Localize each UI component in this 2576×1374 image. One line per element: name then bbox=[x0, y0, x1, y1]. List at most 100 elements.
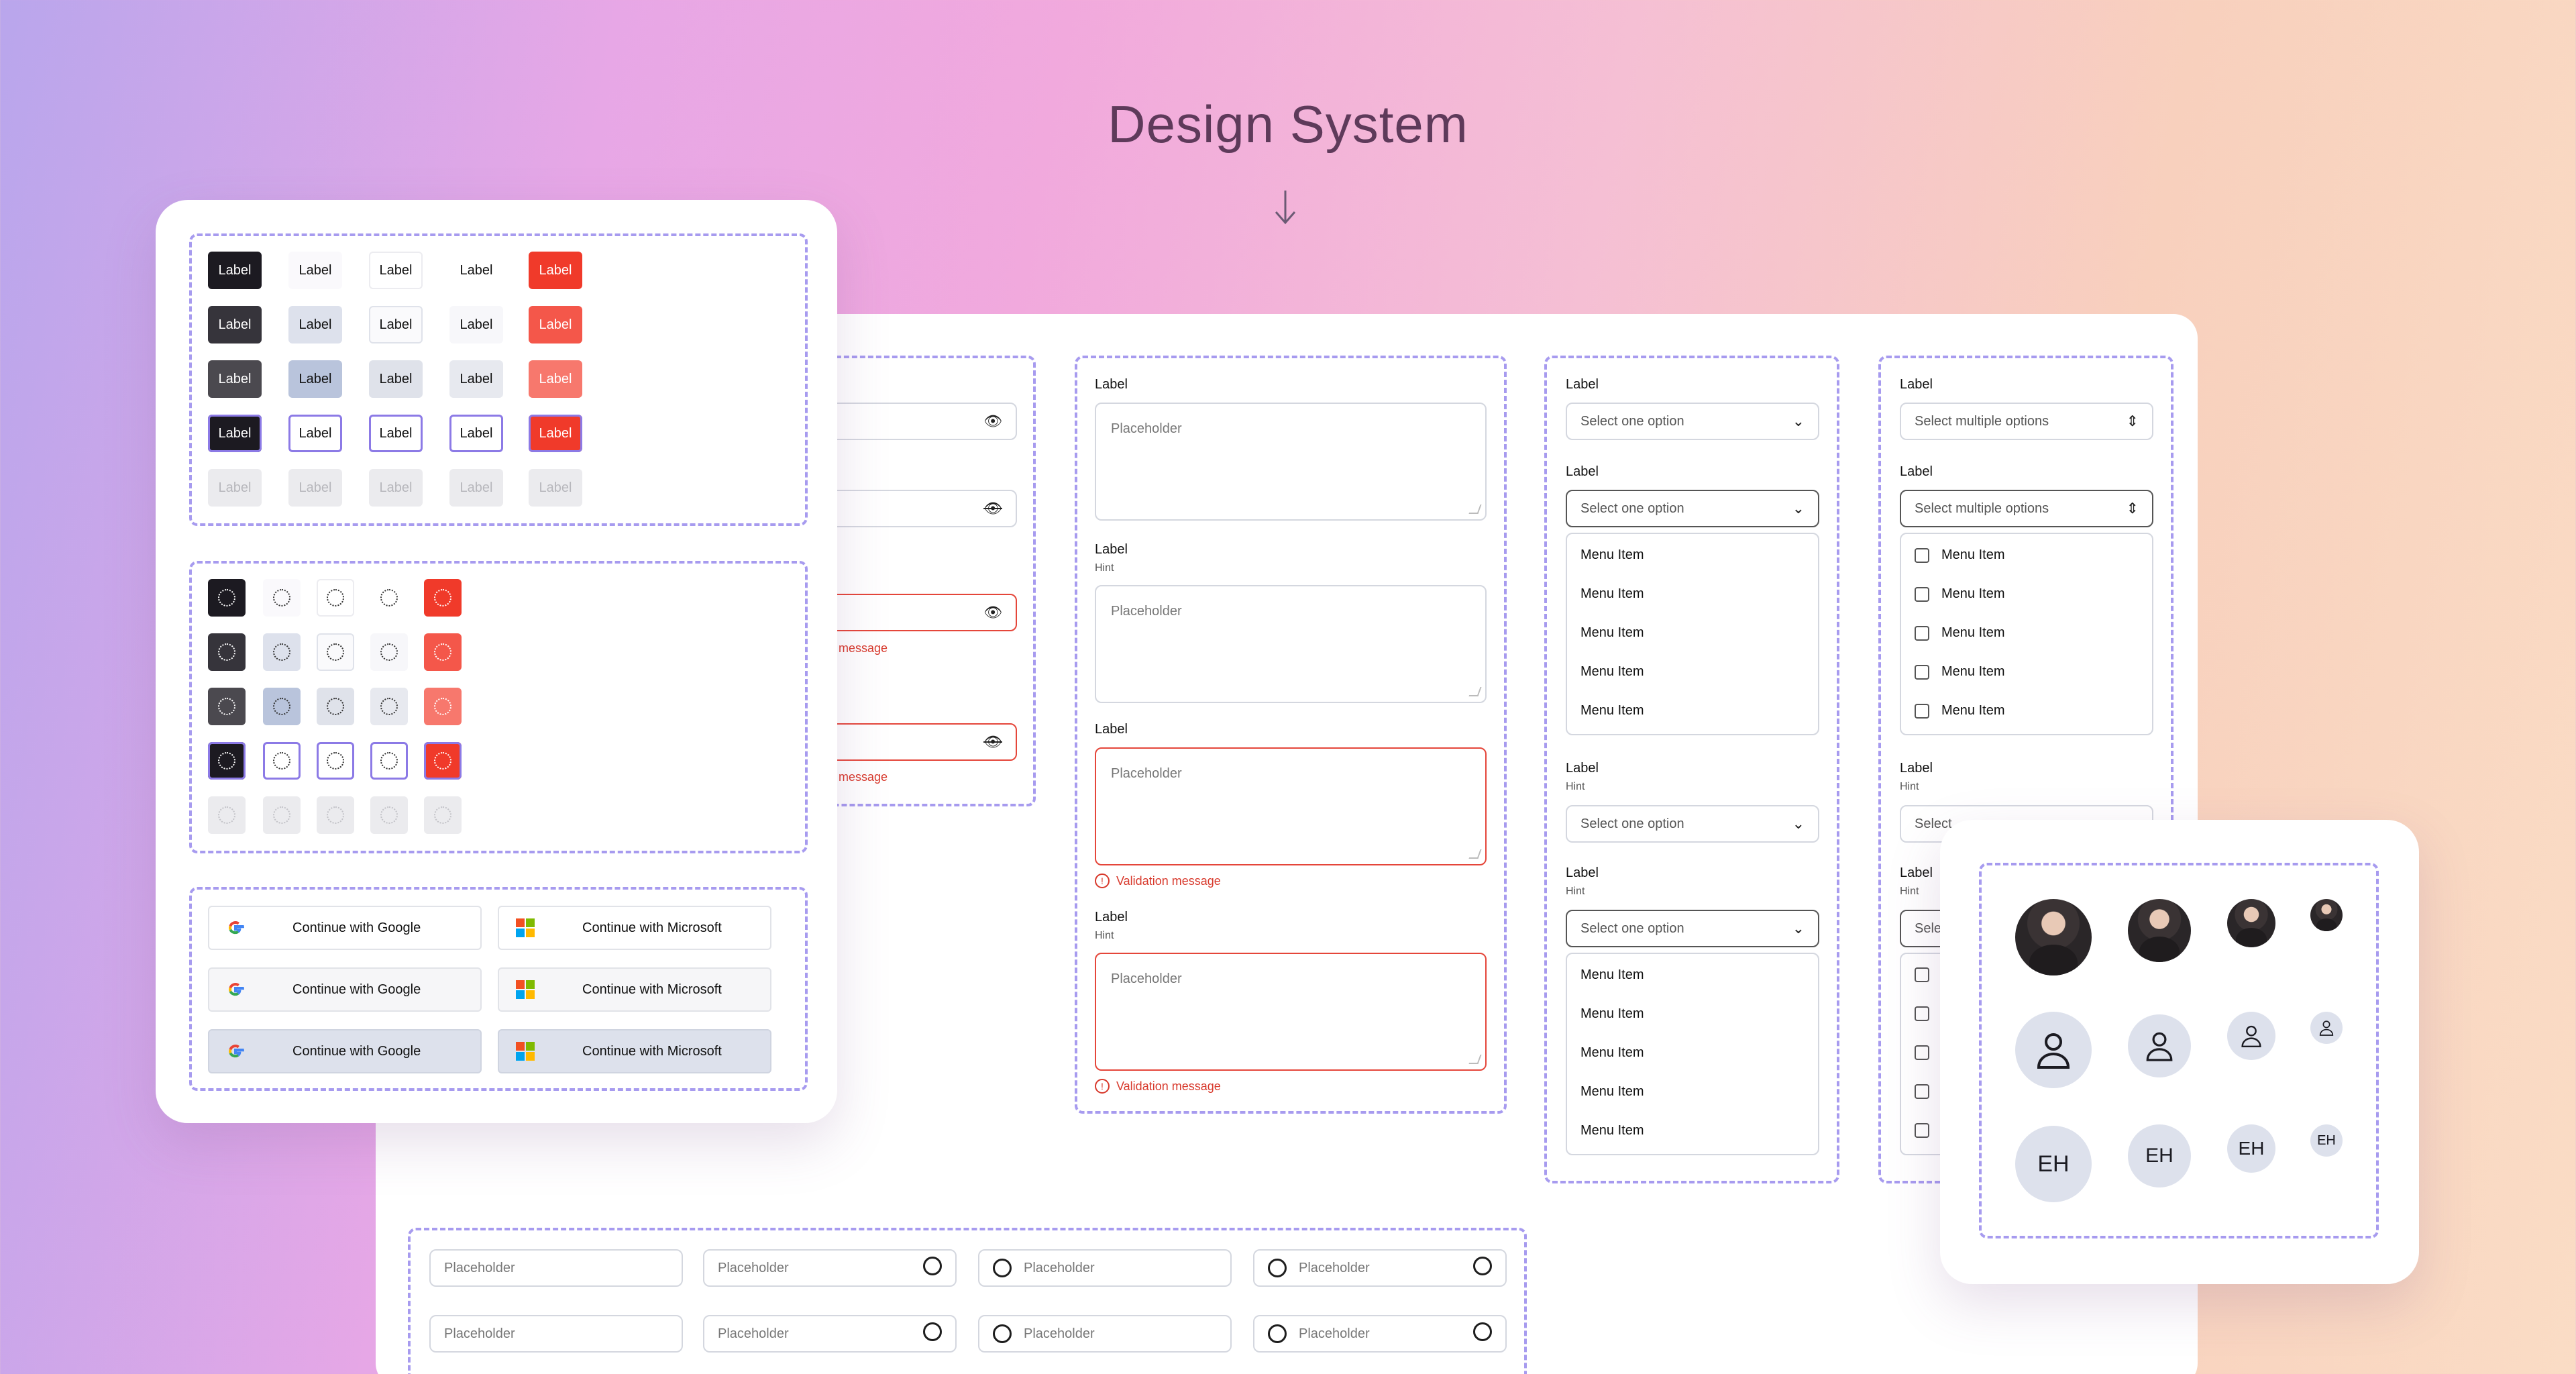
microsoft-sign-in-button-hover[interactable]: Continue with Microsoft bbox=[498, 967, 771, 1012]
label-button-outline-focus[interactable]: Label bbox=[369, 415, 423, 452]
label-button-primary-hover[interactable]: Label bbox=[208, 306, 262, 344]
label-button-outline-hover[interactable]: Label bbox=[369, 306, 423, 344]
menu-item-checkbox[interactable]: Menu Item bbox=[1915, 625, 2004, 641]
google-sign-in-button-pressed[interactable]: Continue with Google bbox=[208, 1029, 482, 1073]
menu-item[interactable]: Menu Item bbox=[1580, 664, 1644, 680]
label-button-ghost-hover[interactable]: Label bbox=[449, 306, 503, 344]
icon-button-ghost-focus[interactable] bbox=[370, 742, 408, 780]
eye-icon[interactable]: 👁 bbox=[983, 413, 1002, 430]
menu-item[interactable]: Menu Item bbox=[1580, 586, 1644, 602]
text-input-radio-right[interactable]: Placeholder bbox=[703, 1315, 957, 1353]
checkbox[interactable] bbox=[1915, 1123, 1929, 1138]
select-one[interactable]: Select one option ⌄ bbox=[1566, 403, 1819, 440]
icon-button-ghost[interactable] bbox=[370, 579, 408, 617]
multi-select-open[interactable]: Select multiple options ⇕ bbox=[1900, 490, 2153, 527]
icon-button-primary-pressed[interactable] bbox=[208, 688, 246, 725]
checkbox[interactable] bbox=[1915, 625, 1929, 641]
icon-button-ghost-pressed[interactable] bbox=[370, 688, 408, 725]
icon-button-secondary-hover[interactable] bbox=[263, 633, 301, 671]
text-input-radio-both[interactable]: Placeholder bbox=[1253, 1315, 1507, 1353]
text-input-radio-right[interactable]: Placeholder bbox=[703, 1249, 957, 1287]
text-input[interactable]: Placeholder bbox=[429, 1249, 683, 1287]
icon-button-primary[interactable] bbox=[208, 579, 246, 617]
radio-icon[interactable] bbox=[923, 1322, 942, 1345]
radio-icon[interactable] bbox=[993, 1324, 1012, 1343]
label-button-danger-pressed[interactable]: Label bbox=[529, 360, 582, 398]
google-sign-in-button[interactable]: Continue with Google bbox=[208, 906, 482, 950]
label-button-danger[interactable]: Label bbox=[529, 252, 582, 289]
google-sign-in-button-hover[interactable]: Continue with Google bbox=[208, 967, 482, 1012]
icon-button-danger-pressed[interactable] bbox=[424, 688, 462, 725]
menu-item[interactable]: Menu Item bbox=[1580, 1123, 1644, 1139]
icon-button-ghost-hover[interactable] bbox=[370, 633, 408, 671]
icon-button-secondary[interactable] bbox=[263, 579, 301, 617]
icon-button-danger-focus[interactable] bbox=[424, 742, 462, 780]
label-button-secondary-focus[interactable]: Label bbox=[288, 415, 342, 452]
checkbox[interactable] bbox=[1915, 547, 1929, 563]
icon-button-danger[interactable] bbox=[424, 579, 462, 617]
label-button-secondary-hover[interactable]: Label bbox=[288, 306, 342, 344]
menu-item-checkbox[interactable] bbox=[1915, 1045, 1929, 1060]
menu-item[interactable]: Menu Item bbox=[1580, 547, 1644, 563]
label-button-secondary[interactable]: Label bbox=[288, 252, 342, 289]
menu-item[interactable]: Menu Item bbox=[1580, 967, 1644, 983]
checkbox[interactable] bbox=[1915, 1045, 1929, 1060]
text-input[interactable]: Placeholder bbox=[429, 1315, 683, 1353]
checkbox[interactable] bbox=[1915, 703, 1929, 719]
icon-button-danger-hover[interactable] bbox=[424, 633, 462, 671]
icon-button-outline[interactable] bbox=[317, 579, 354, 617]
label-button-outline[interactable]: Label bbox=[369, 252, 423, 289]
label-button-primary-focus[interactable]: Label bbox=[208, 415, 262, 452]
radio-icon[interactable] bbox=[1473, 1257, 1492, 1279]
text-input-radio-left[interactable]: Placeholder bbox=[978, 1249, 1232, 1287]
textarea-error-2[interactable]: Placeholder bbox=[1095, 953, 1487, 1071]
microsoft-sign-in-button[interactable]: Continue with Microsoft bbox=[498, 906, 771, 950]
label-button-ghost-focus[interactable]: Label bbox=[449, 415, 503, 452]
checkbox[interactable] bbox=[1915, 1084, 1929, 1099]
radio-icon[interactable] bbox=[1268, 1259, 1287, 1277]
menu-item[interactable]: Menu Item bbox=[1580, 1006, 1644, 1022]
microsoft-sign-in-button-pressed[interactable]: Continue with Microsoft bbox=[498, 1029, 771, 1073]
text-input-radio-both[interactable]: Placeholder bbox=[1253, 1249, 1507, 1287]
label-button-outline-pressed[interactable]: Label bbox=[369, 360, 423, 398]
textarea-1[interactable]: Placeholder bbox=[1095, 403, 1487, 521]
label-button-ghost[interactable]: Label bbox=[449, 252, 503, 289]
radio-icon[interactable] bbox=[1473, 1322, 1492, 1345]
icon-button-outline-focus[interactable] bbox=[317, 742, 354, 780]
menu-item-checkbox[interactable] bbox=[1915, 1084, 1929, 1099]
menu-item[interactable]: Menu Item bbox=[1580, 1084, 1644, 1100]
icon-button-primary-focus[interactable] bbox=[208, 742, 246, 780]
menu-item-checkbox[interactable] bbox=[1915, 1123, 1929, 1138]
radio-icon[interactable] bbox=[993, 1259, 1012, 1277]
menu-item[interactable]: Menu Item bbox=[1580, 1045, 1644, 1061]
text-input-radio-left[interactable]: Placeholder bbox=[978, 1315, 1232, 1353]
checkbox[interactable] bbox=[1915, 967, 1929, 982]
label-button-ghost-pressed[interactable]: Label bbox=[449, 360, 503, 398]
checkbox[interactable] bbox=[1915, 664, 1929, 680]
radio-icon[interactable] bbox=[1268, 1324, 1287, 1343]
label-button-danger-hover[interactable]: Label bbox=[529, 306, 582, 344]
label-button-primary[interactable]: Label bbox=[208, 252, 262, 289]
icon-button-outline-pressed[interactable] bbox=[317, 688, 354, 725]
menu-item-checkbox[interactable]: Menu Item bbox=[1915, 586, 2004, 602]
label-button-secondary-pressed[interactable]: Label bbox=[288, 360, 342, 398]
textarea-2[interactable]: Placeholder bbox=[1095, 585, 1487, 703]
select-one-hint[interactable]: Select one option ⌄ bbox=[1566, 805, 1819, 843]
menu-item-checkbox[interactable]: Menu Item bbox=[1915, 703, 2004, 719]
icon-button-outline-hover[interactable] bbox=[317, 633, 354, 671]
checkbox[interactable] bbox=[1915, 586, 1929, 602]
multi-select[interactable]: Select multiple options ⇕ bbox=[1900, 403, 2153, 440]
eye-off-icon[interactable]: 👁 bbox=[983, 500, 1002, 517]
menu-item-checkbox[interactable]: Menu Item bbox=[1915, 547, 2004, 563]
select-one-hint-open[interactable]: Select one option ⌄ bbox=[1566, 910, 1819, 947]
select-one-open[interactable]: Select one option ⌄ bbox=[1566, 490, 1819, 527]
menu-item-checkbox[interactable] bbox=[1915, 1006, 1929, 1021]
label-button-danger-focus[interactable]: Label bbox=[529, 415, 582, 452]
textarea-error-1[interactable]: Placeholder bbox=[1095, 747, 1487, 865]
label-button-primary-pressed[interactable]: Label bbox=[208, 360, 262, 398]
menu-item[interactable]: Menu Item bbox=[1580, 703, 1644, 719]
eye-off-icon[interactable]: 👁 bbox=[983, 733, 1002, 751]
eye-icon[interactable]: 👁 bbox=[983, 604, 1002, 621]
icon-button-secondary-focus[interactable] bbox=[263, 742, 301, 780]
menu-item[interactable]: Menu Item bbox=[1580, 625, 1644, 641]
